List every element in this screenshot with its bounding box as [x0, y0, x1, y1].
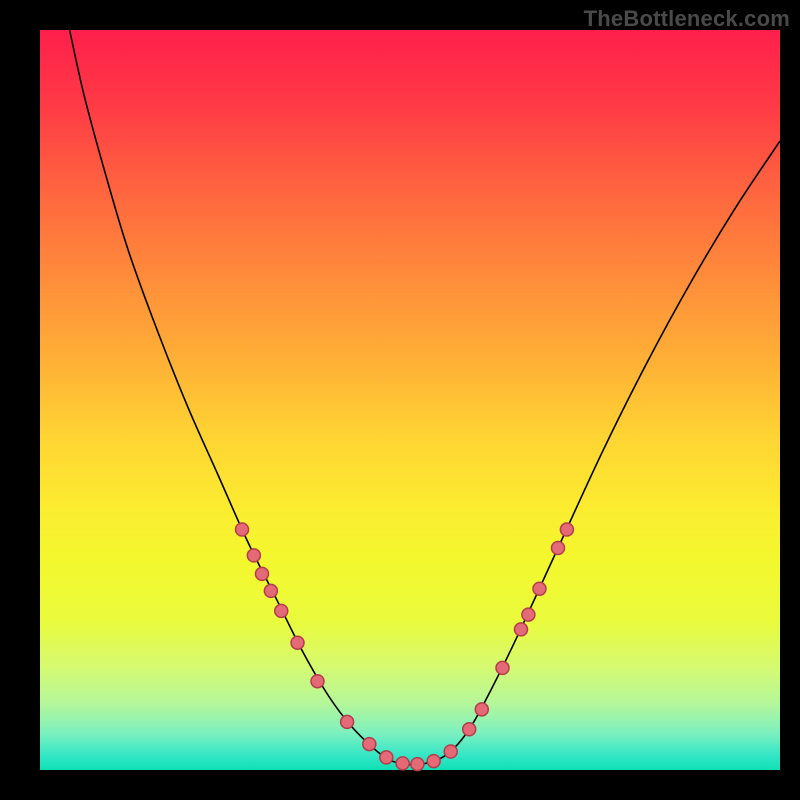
- curve-dot: [363, 738, 376, 751]
- curve-dot: [463, 723, 476, 736]
- curve-dot: [236, 523, 249, 536]
- v-curve-line: [70, 30, 780, 765]
- curve-dot: [247, 549, 260, 562]
- curve-dot: [533, 582, 546, 595]
- curve-dot: [411, 758, 424, 771]
- curve-dot: [522, 608, 535, 621]
- curve-dot: [515, 623, 528, 636]
- plot-overlay-svg: [40, 30, 780, 770]
- chart-frame: TheBottleneck.com: [0, 0, 800, 800]
- curve-dot: [444, 745, 457, 758]
- curve-dot: [264, 584, 277, 597]
- curve-dot: [275, 604, 288, 617]
- watermark-text: TheBottleneck.com: [584, 6, 790, 32]
- curve-dot: [475, 703, 488, 716]
- curve-dot: [427, 755, 440, 768]
- curve-dot: [311, 675, 324, 688]
- curve-dot: [380, 751, 393, 764]
- curve-dot: [552, 542, 565, 555]
- curve-dot: [341, 715, 354, 728]
- curve-dots-group: [236, 523, 574, 771]
- curve-dot: [256, 567, 269, 580]
- curve-dot: [291, 636, 304, 649]
- curve-dot: [396, 757, 409, 770]
- curve-dot: [496, 661, 509, 674]
- curve-dot: [560, 523, 573, 536]
